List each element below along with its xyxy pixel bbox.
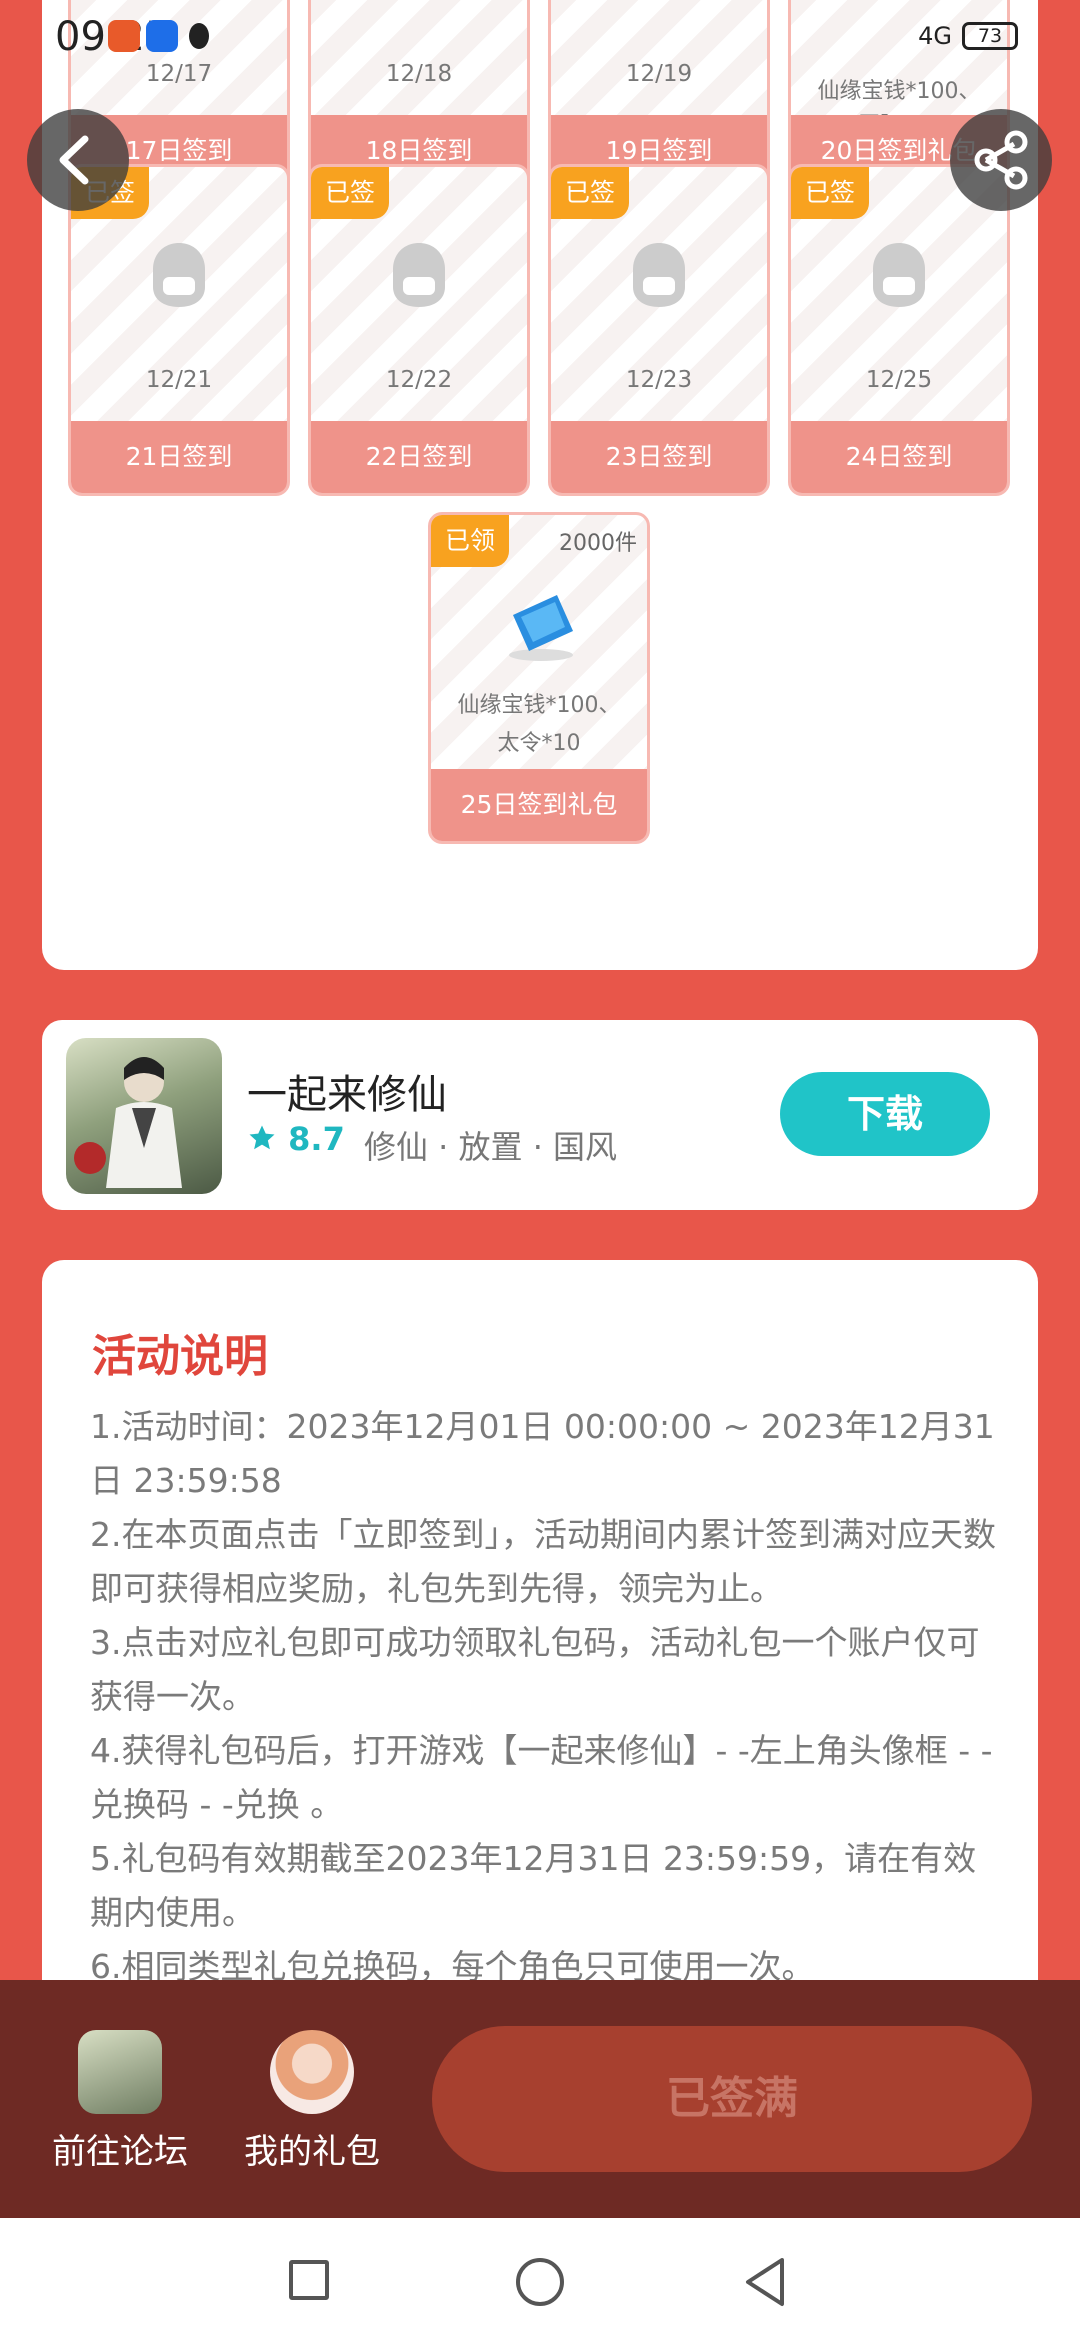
forum-icon (78, 2030, 162, 2114)
sign-day-footer: 23日签到 (551, 421, 767, 493)
back-button[interactable] (27, 109, 129, 211)
download-button[interactable]: 下载 (780, 1072, 990, 1156)
forum-button[interactable]: 前往论坛 (45, 2030, 195, 2173)
sign-day-card[interactable]: 已签 12/21 21日签到 (68, 164, 290, 496)
network-indicator: 4G (918, 22, 952, 50)
sign-day-footer: 22日签到 (311, 421, 527, 493)
rule-line: 3.点击对应礼包即可成功领取礼包码，活动礼包一个账户仅可获得一次。 (90, 1623, 980, 1716)
my-gifts-button[interactable]: 我的礼包 (237, 2030, 387, 2173)
forum-label: 前往论坛 (52, 2132, 188, 2172)
sign-day-date: 12/21 (145, 367, 213, 393)
sign-in-card: 12/17 17日签到 12/18 18日签到 12/19 19日签到 仙缘宝钱… (42, 0, 1038, 970)
rule-line: 2.在本页面点击「立即签到」，活动期间内累计签到满对应天数即可获得相应奖励，礼包… (90, 1515, 996, 1608)
status-bar: 09:25 4G 73 (0, 0, 1080, 75)
rule-line: 1.活动时间：2023年12月01日 00:00:00 ~ 2023年12月31… (90, 1407, 995, 1500)
rule-line: 4.获得礼包码后，打开游戏【一起来修仙】- -左上角头像框 - - 兑换码 - … (90, 1731, 993, 1824)
game-avatar-icon (74, 1057, 182, 1188)
share-button[interactable] (950, 109, 1052, 211)
signed-full-button[interactable]: 已签满 (432, 2026, 1032, 2172)
sign-day-date: 12/25 (865, 367, 933, 393)
claimed-badge: 已领 (431, 515, 509, 567)
sign-day-footer: 24日签到 (791, 421, 1007, 493)
placeholder-avatar-icon (873, 243, 925, 307)
back-nav-icon[interactable] (742, 2256, 790, 2308)
star-icon (249, 1125, 275, 1150)
signed-badge: 已签 (311, 167, 389, 219)
bottom-action-bar: 前往论坛 我的礼包 已签满 (0, 1980, 1080, 2218)
gift-stock-count: 2000件 (559, 531, 637, 556)
game-rating: 8.7 (247, 1120, 345, 1158)
app-notification-icon (108, 20, 140, 52)
chevron-left-icon (59, 135, 89, 185)
sign-day-card[interactable]: 已签 12/25 24日签到 (788, 164, 1010, 496)
rule-line: 5.礼包码有效期截至2023年12月31日 23:59:59，请在有效期内使用。 (90, 1839, 977, 1932)
battery-icon: 73 (962, 22, 1018, 50)
game-card: 一起来修仙 8.7 修仙 · 放置 · 国风 下载 (42, 1020, 1038, 1210)
recent-apps-icon[interactable] (289, 2260, 329, 2300)
placeholder-avatar-icon (393, 243, 445, 307)
game-rating-value: 8.7 (288, 1120, 345, 1158)
placeholder-avatar-icon (633, 243, 685, 307)
activity-title: 活动说明 (92, 1331, 268, 1382)
gift-reward-line-2: 太令*10 (497, 731, 581, 756)
system-nav-bar (0, 2218, 1080, 2340)
game-name: 一起来修仙 (247, 1072, 447, 1118)
sign-day-card[interactable]: 已签 12/23 23日签到 (548, 164, 770, 496)
sign-day-footer: 21日签到 (71, 421, 287, 493)
sign-day-date: 12/23 (625, 367, 693, 393)
penguin-notification-icon (189, 23, 209, 49)
coupon-icon (509, 595, 573, 661)
game-icon[interactable] (66, 1038, 222, 1194)
activity-rules: 1.活动时间：2023年12月01日 00:00:00 ~ 2023年12月31… (90, 1400, 1000, 1994)
game-tags: 修仙 · 放置 · 国风 (364, 1128, 618, 1166)
signed-badge: 已签 (551, 167, 629, 219)
gift-day-footer: 25日签到礼包 (431, 769, 647, 841)
signed-badge: 已签 (791, 167, 869, 219)
my-gifts-label: 我的礼包 (244, 2132, 380, 2172)
bulb-notification-icon (146, 20, 178, 52)
sign-day-card[interactable]: 已签 12/22 22日签到 (308, 164, 530, 496)
gift-day-card[interactable]: 已领 2000件 仙缘宝钱*100、 太令*10 25日签到礼包 (428, 512, 650, 844)
share-icon (974, 130, 1028, 190)
home-icon[interactable] (516, 2258, 564, 2306)
placeholder-avatar-icon (153, 243, 205, 307)
gift-avatar-icon (270, 2030, 354, 2114)
gift-reward-line-1: 仙缘宝钱*100、 (457, 693, 621, 718)
sign-day-date: 12/22 (385, 367, 453, 393)
